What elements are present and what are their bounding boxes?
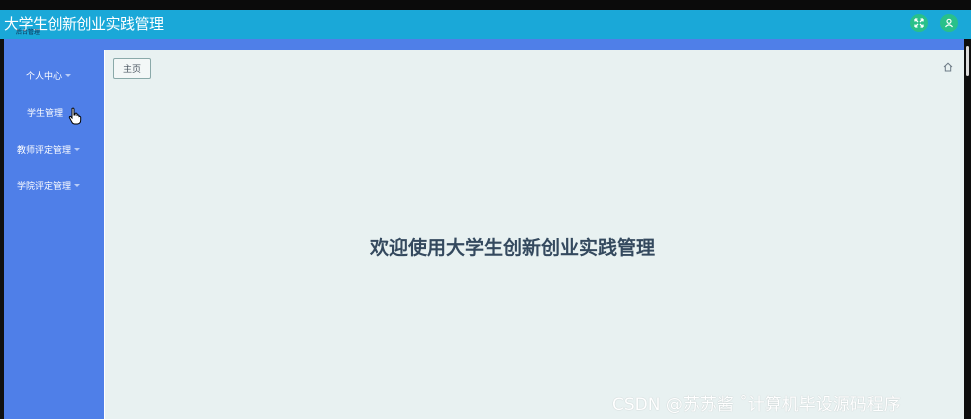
top-header: 大学生创新创业实践管理 后台管理 [0,10,971,39]
scrollbar-track[interactable] [964,39,971,419]
home-icon[interactable] [943,62,953,72]
window-top-strip [0,0,971,10]
sidebar-item-personal-center[interactable]: 个人中心 [26,69,72,82]
fullscreen-icon [914,18,924,28]
chevron-down-icon [65,74,72,77]
sidebar-item-college-evaluation[interactable]: 学院评定管理 [17,179,81,192]
tab-home[interactable]: 主页 [113,58,151,79]
welcome-message: 欢迎使用大学生创新创业实践管理 [370,237,656,259]
sidebar-item-label: 学院评定管理 [17,182,72,192]
sidebar-item-label: 个人中心 [26,72,63,82]
sidebar-item-teacher-evaluation[interactable]: 教师评定管理 [17,143,81,156]
hand-cursor-icon [68,107,82,125]
chevron-down-icon [74,148,81,151]
sub-header-band [0,39,971,50]
watermark-text: CSDN @苏苏酱 ˚计算机毕设源码程序 [612,395,901,415]
fullscreen-button[interactable] [910,14,928,32]
user-button[interactable] [940,14,958,32]
sidebar-item-label: 学生管理 [27,109,64,119]
app-subtitle: 后台管理 [16,29,41,36]
sidebar-item-student-management[interactable]: 学生管理 [27,106,63,119]
user-icon [945,18,953,28]
chevron-down-icon [74,184,81,187]
sidebar-item-label: 教师评定管理 [17,146,72,156]
scrollbar-thumb[interactable] [966,46,969,76]
